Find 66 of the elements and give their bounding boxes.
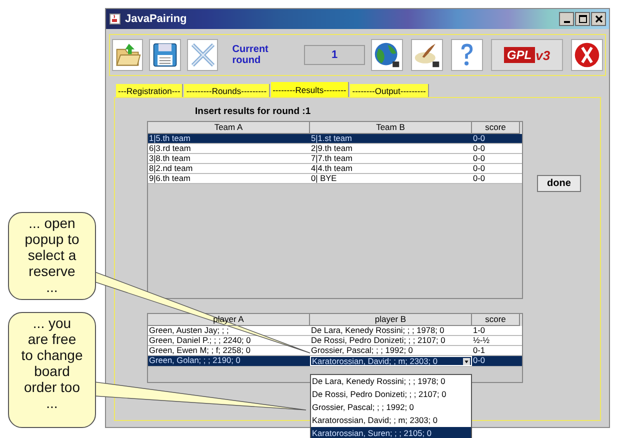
dropdown-item[interactable]: Grossier, Pascal; ; ; 1992; 0 [311, 401, 471, 414]
player-dropdown[interactable]: Karatorossian, David; ; m; 2303; 0 [310, 356, 472, 366]
minimize-icon [564, 21, 570, 23]
table-cell-text: ½-½ [472, 336, 491, 345]
dropdown-item[interactable]: Karatorossian, David; ; m; 2303; 0 [311, 414, 471, 427]
table-cell-text: 0-0 [472, 356, 486, 365]
table-cell-text: 5|1.st team [310, 134, 353, 143]
table-cell-text: 1-0 [472, 326, 486, 335]
table-cell-text: 0-1 [472, 346, 486, 355]
table-cell-text: Green, Golan; ; ; 2190; 0 [148, 356, 242, 365]
table-row[interactable]: Green, Daniel P.; ; ; 2240; 0 De Rossi, Pedro Donizeti; ; ; 2107; 0 ½-½ [148, 336, 522, 346]
license-logo[interactable]: GPL v3 [491, 39, 563, 71]
table-cell-text: 6|3.rd team [148, 144, 192, 153]
table-row[interactable]: 9|6.th team 0| BYE 0-0 [148, 174, 522, 184]
callout-bubble: ... open popup to select a reserve ... [8, 212, 96, 300]
table-cell-text: De Rossi, Pedro Donizeti; ; ; 2107; 0 [310, 336, 446, 345]
maximize-button[interactable] [575, 12, 590, 26]
table-cell-text: 9|6.th team [148, 174, 192, 183]
table-row[interactable]: Green, Ewen M; ; f; 2258; 0 Grossier, Pascal; ; ; 1992; 0 0-1 [148, 346, 522, 356]
table-cell-text: 1|5.th team [148, 134, 192, 143]
table-row[interactable]: 1|5.th team 5|1.st team 0-0 [148, 134, 522, 144]
tab[interactable]: --------Output--------- [350, 84, 429, 97]
tab[interactable]: ---Registration--- [116, 84, 184, 97]
table-cell-text: 0-0 [472, 134, 486, 143]
heading: Insert results for round :1 [195, 106, 312, 117]
dropdown-item[interactable]: De Rossi, Pedro Donizeti; ; ; 2107; 0 [311, 388, 471, 401]
table-row[interactable]: Green, Golan; ; ; 2190; 0 Karatorossian, David; ; m; 2303; 0 0-0 [148, 356, 522, 367]
help-icon[interactable] [451, 39, 483, 71]
folder-icon[interactable] [112, 39, 144, 71]
table-row[interactable]: 3|8.th team 7|7.th team 0-0 [148, 154, 522, 164]
table-cell-text: 3|8.th team [148, 154, 192, 163]
table-cell-text: 0-0 [472, 164, 486, 173]
dropdown-arrow-icon [463, 358, 470, 364]
tab[interactable]: --------Results-------- [270, 82, 350, 97]
dropdown-item[interactable]: De Lara, Kenedy Rossini; ; ; 1978; 0 [311, 375, 471, 388]
exit-icon[interactable] [571, 39, 603, 71]
close-button[interactable] [591, 12, 606, 26]
table-cell-text: 4|4.th team [310, 164, 354, 173]
callout-bubble: ... you are free to change board order too ... [8, 312, 96, 428]
table-cell-text: Green, Austen Jay; ; ; [148, 326, 230, 335]
done-button[interactable]: done [537, 175, 581, 192]
table-cell-text: De Lara, Kenedy Rossini; ; ; 1978; 0 [310, 326, 446, 335]
table-cell-text: Grossier, Pascal; ; ; 1992; 0 [310, 346, 414, 355]
window-title: JavaPairing [125, 13, 187, 25]
globe-icon[interactable] [371, 39, 403, 71]
table-cell-text: 0-0 [472, 174, 486, 183]
table-row[interactable]: 6|3.rd team 2|9.th team 0-0 [148, 144, 522, 154]
maximize-icon [578, 14, 588, 24]
dropdown-item[interactable]: Karatorossian, Suren; ; ; 2105; 0 [311, 427, 471, 438]
table-cell-text: 0| BYE [310, 174, 338, 183]
table-cell-text: 2|9.th team [310, 144, 354, 153]
current-round-label: Current round [232, 44, 270, 66]
table-row[interactable]: Green, Austen Jay; ; ; De Lara, Kenedy Rossini; ; ; 1978; 0 1-0 [148, 326, 522, 336]
coffee-cup-icon [109, 13, 121, 25]
table-cell-text: 0-0 [472, 154, 486, 163]
close-icon [594, 14, 604, 24]
table-row[interactable]: 8|2.nd team 4|4.th team 0-0 [148, 164, 522, 174]
current-round-field: 1 [304, 45, 365, 65]
table-cell-text: 0-0 [472, 144, 486, 153]
table-cell-text: 8|2.nd team [148, 164, 194, 173]
table-cell-text: Green, Ewen M; ; f; 2258; 0 [148, 346, 252, 355]
quill-and-paper-icon[interactable] [411, 39, 443, 71]
table-cell-text: Green, Daniel P.; ; ; 2240; 0 [148, 336, 252, 345]
tab[interactable]: ---------Rounds--------- [184, 84, 270, 97]
table-cell-text: 7|7.th team [310, 154, 354, 163]
minimize-button[interactable] [559, 12, 574, 26]
